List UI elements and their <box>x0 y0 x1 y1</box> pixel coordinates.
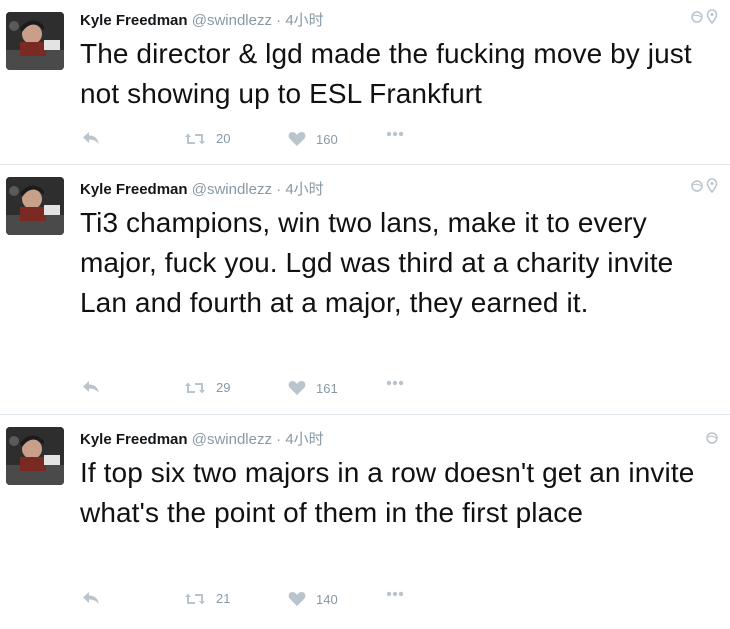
tweet-card[interactable]: Kyle Freedman @swindlezz · 4小时 The direc… <box>0 0 730 165</box>
avatar-image <box>6 12 64 70</box>
more-button[interactable] <box>386 131 404 137</box>
tweet-text: If top six two majors in a row doesn't g… <box>80 457 695 528</box>
more-dots-icon <box>386 591 404 597</box>
reply-arrow-icon <box>83 592 99 604</box>
avatar-image <box>6 427 64 485</box>
like-count: 160 <box>316 131 338 147</box>
retweet-button[interactable]: 20 <box>184 131 230 146</box>
author-handle[interactable]: @swindlezz <box>192 431 272 448</box>
globe-icon <box>691 180 703 192</box>
like-button[interactable]: 160 <box>288 131 338 147</box>
tweet-meta-icons <box>704 429 720 448</box>
heart-icon <box>288 592 306 606</box>
retweet-icon <box>185 382 205 393</box>
globe-icon <box>706 432 718 444</box>
reply-arrow-icon <box>83 132 99 144</box>
like-button[interactable]: 140 <box>288 591 338 607</box>
timestamp[interactable]: · 4小时 <box>276 12 324 29</box>
like-count: 140 <box>316 591 338 607</box>
retweet-count: 29 <box>216 380 231 395</box>
avatar[interactable] <box>6 177 64 235</box>
retweet-button[interactable]: 21 <box>184 591 230 606</box>
retweet-button[interactable]: 29 <box>184 380 230 395</box>
heart-icon <box>288 132 306 146</box>
timestamp[interactable]: · 4小时 <box>276 431 324 448</box>
timestamp[interactable]: · 4小时 <box>276 181 324 198</box>
tweet-header: Kyle Freedman @swindlezz · 4小时 <box>80 181 324 199</box>
more-button[interactable] <box>386 380 404 386</box>
tweet-card[interactable]: Kyle Freedman @swindlezz · 4小时 If top si… <box>0 415 730 629</box>
tweet-header: Kyle Freedman @swindlezz · 4小时 <box>80 431 324 449</box>
author-name[interactable]: Kyle Freedman <box>80 431 188 448</box>
author-handle[interactable]: @swindlezz <box>192 181 272 198</box>
location-pin-icon <box>706 9 718 25</box>
reply-arrow-icon <box>83 381 99 393</box>
location-pin-icon <box>706 178 718 194</box>
author-name[interactable]: Kyle Freedman <box>80 181 188 198</box>
more-dots-icon <box>386 380 404 386</box>
globe-icon <box>691 11 703 23</box>
tweet-header: Kyle Freedman @swindlezz · 4小时 <box>80 12 324 30</box>
author-name[interactable]: Kyle Freedman <box>80 12 188 29</box>
avatar[interactable] <box>6 427 64 485</box>
more-button[interactable] <box>386 591 404 597</box>
tweet-meta-icons <box>690 8 720 27</box>
avatar[interactable] <box>6 12 64 70</box>
retweet-icon <box>185 593 205 604</box>
like-count: 161 <box>316 380 338 396</box>
tweet-text: The director & lgd made the fucking move… <box>80 38 692 109</box>
like-button[interactable]: 161 <box>288 380 338 396</box>
reply-button[interactable] <box>82 380 100 394</box>
avatar-image <box>6 177 64 235</box>
reply-button[interactable] <box>82 591 100 605</box>
heart-icon <box>288 381 306 395</box>
retweet-count: 20 <box>216 131 231 146</box>
tweet-text: Ti3 champions, win two lans, make it to … <box>80 207 674 318</box>
more-dots-icon <box>386 131 404 137</box>
reply-button[interactable] <box>82 131 100 145</box>
tweet-meta-icons <box>690 177 720 196</box>
author-handle[interactable]: @swindlezz <box>192 12 272 29</box>
retweet-count: 21 <box>216 591 231 606</box>
retweet-icon <box>185 133 205 144</box>
tweet-card[interactable]: Kyle Freedman @swindlezz · 4小时 Ti3 champ… <box>0 165 730 415</box>
